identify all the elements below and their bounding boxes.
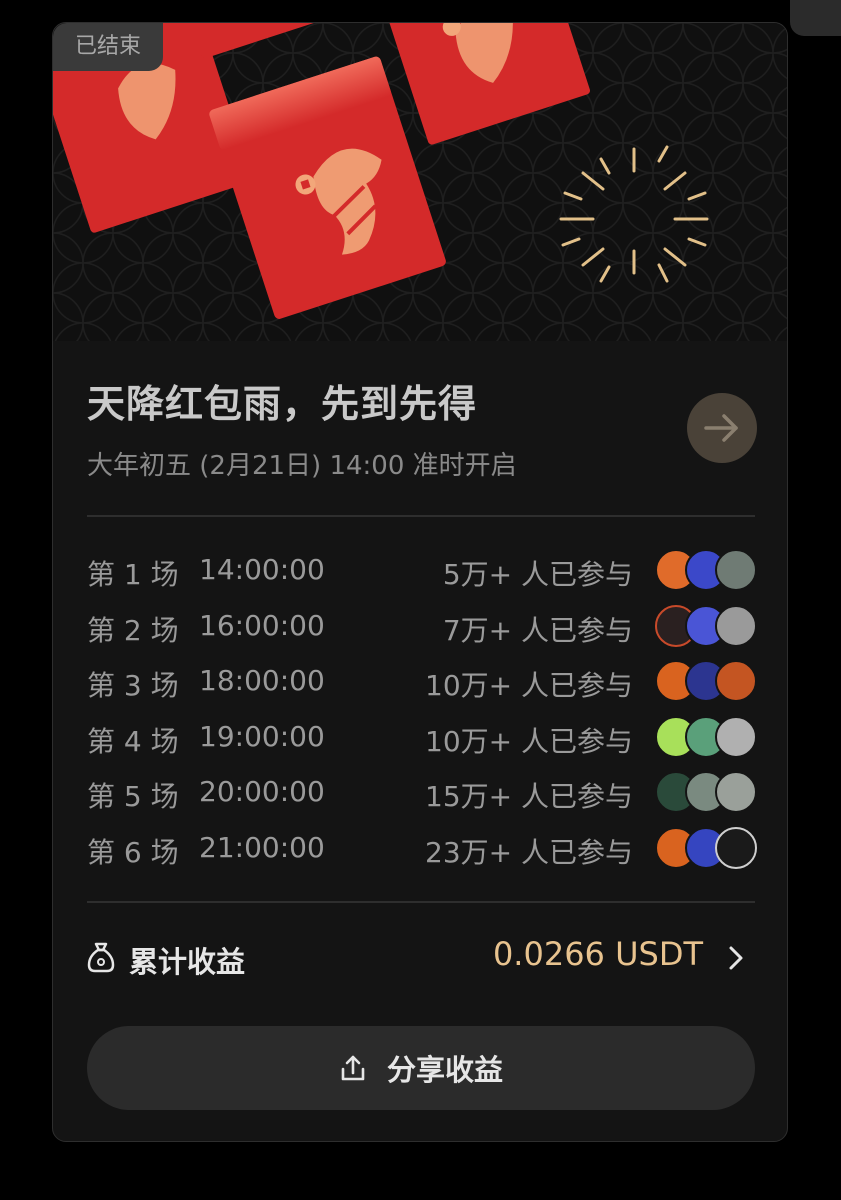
avatar-group — [655, 771, 757, 814]
rounds-list: 第 1 场 14:00:00 5万+ 人已参与 第 2 场 16:00:00 7… — [87, 541, 757, 875]
status-badge: 已结束 — [53, 23, 163, 71]
avatar-group — [655, 604, 757, 647]
event-title: 天降红包雨，先到先得 — [87, 382, 478, 426]
banner: 已结束 — [53, 23, 787, 341]
share-button-content: 分享收益 — [87, 1026, 755, 1110]
avatar — [715, 826, 757, 869]
money-bag-icon — [87, 942, 115, 973]
event-subtitle: 大年初五 (2月21日) 14:00 准时开启 — [87, 451, 517, 481]
round-label: 第 5 场 — [87, 780, 179, 814]
round-label: 第 6 场 — [87, 835, 179, 869]
participant-count: 10万+ 人已参与 — [425, 724, 633, 758]
round-time: 19:00:00 — [199, 719, 325, 753]
participant-count: 10万+ 人已参与 — [425, 669, 633, 703]
chevron-right-icon — [729, 946, 743, 970]
avatar-group — [655, 660, 757, 703]
earnings-value: 0.0266 USDT — [492, 935, 703, 973]
round-label: 第 3 场 — [87, 669, 179, 703]
divider-top — [87, 515, 755, 517]
avatar-group — [655, 715, 757, 758]
participant-count: 5万+ 人已参与 — [442, 558, 633, 591]
round-row: 第 2 场 16:00:00 7万+ 人已参与 — [87, 597, 757, 653]
participant-count: 23万+ 人已参与 — [425, 835, 633, 869]
avatar-group — [655, 826, 757, 869]
round-row: 第 3 场 18:00:00 10万+ 人已参与 — [87, 652, 757, 708]
round-label: 第 1 场 — [87, 558, 179, 591]
divider-bottom — [87, 901, 755, 903]
round-row: 第 4 场 19:00:00 10万+ 人已参与 — [87, 708, 757, 764]
round-label: 第 2 场 — [87, 613, 179, 647]
page: 已结束 天降红包雨，先到先得 大年初五 (2月21日) 14:00 准时开启 第… — [0, 0, 841, 1200]
round-label: 第 4 场 — [87, 724, 179, 758]
share-label: 分享收益 — [386, 1053, 503, 1087]
participant-count: 7万+ 人已参与 — [442, 613, 633, 647]
earnings-label: 累计收益 — [129, 945, 246, 979]
avatar — [715, 549, 757, 591]
banner-illustration — [53, 23, 787, 341]
corner-tab — [790, 0, 841, 36]
round-time: 20:00:00 — [199, 775, 325, 809]
round-row: 第 5 场 20:00:00 15万+ 人已参与 — [87, 763, 757, 819]
round-time: 16:00:00 — [199, 608, 325, 642]
participant-count: 15万+ 人已参与 — [425, 780, 633, 814]
avatar — [715, 715, 757, 758]
avatar-group — [655, 549, 757, 591]
avatar — [715, 771, 757, 814]
round-row: 第 6 场 21:00:00 23万+ 人已参与 — [87, 819, 757, 875]
round-time: 21:00:00 — [199, 830, 325, 864]
avatar — [715, 660, 757, 703]
arrow-right-icon — [704, 414, 738, 442]
share-icon — [341, 1055, 365, 1081]
cumulative-earnings-row[interactable]: 累计收益 0.0266 USDT — [87, 933, 755, 983]
round-time: 18:00:00 — [199, 664, 325, 698]
round-time: 14:00:00 — [199, 553, 325, 586]
avatar — [715, 604, 757, 647]
details-arrow-button[interactable] — [687, 393, 757, 463]
round-row: 第 1 场 14:00:00 5万+ 人已参与 — [87, 541, 757, 597]
red-packet-card[interactable]: 已结束 天降红包雨，先到先得 大年初五 (2月21日) 14:00 准时开启 第… — [52, 22, 788, 1142]
share-earnings-button[interactable]: 分享收益 — [87, 1026, 755, 1110]
